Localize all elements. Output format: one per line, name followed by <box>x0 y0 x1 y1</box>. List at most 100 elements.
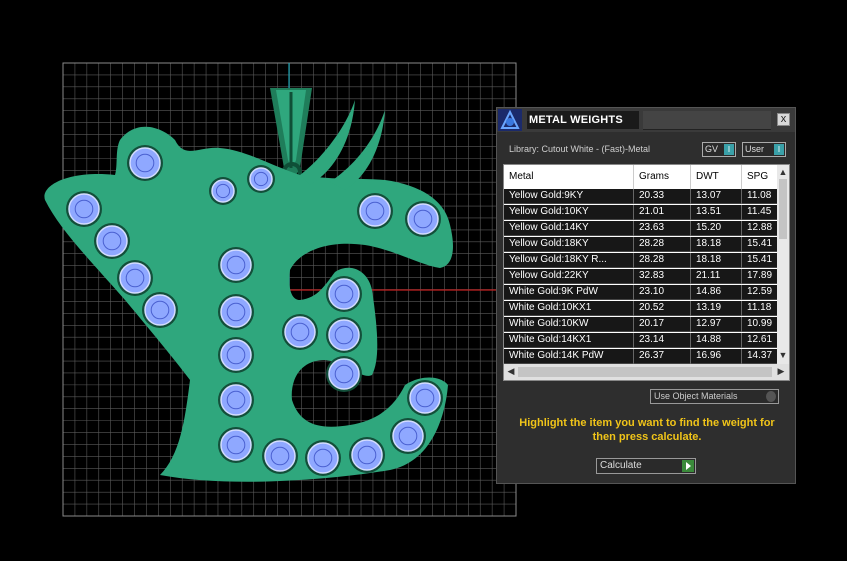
scroll-up-arrow-icon[interactable]: ▲ <box>777 167 789 177</box>
horizontal-scroll-thumb[interactable] <box>518 367 772 377</box>
cell-metal: Yellow Gold:10KY <box>504 205 634 220</box>
gem <box>218 294 254 330</box>
cell-spg: 12.59 <box>742 285 782 300</box>
cell-spg: 11.45 <box>742 205 782 220</box>
gem <box>209 177 237 205</box>
panel-tab-area <box>643 111 771 130</box>
app-logo-icon <box>498 109 522 131</box>
panel-header: METAL WEIGHTS x <box>497 108 795 132</box>
gv-toggle-knob: I <box>724 144 734 155</box>
table-row[interactable]: Yellow Gold:18KY R... 28.28 18.18 15.41 <box>504 253 782 268</box>
cell-dwt: 18.18 <box>691 253 742 268</box>
cell-metal: White Gold:10KW <box>504 317 634 332</box>
cell-spg: 15.41 <box>742 237 782 252</box>
gem <box>247 165 275 193</box>
cell-grams: 28.28 <box>634 237 691 252</box>
cell-grams: 26.37 <box>634 349 691 364</box>
play-arrow-icon <box>682 460 694 472</box>
gem <box>218 427 254 463</box>
table-row[interactable]: White Gold:14KX1 23.14 14.88 12.61 <box>504 333 782 348</box>
cell-grams: 20.52 <box>634 301 691 316</box>
gem <box>127 145 163 181</box>
table-row[interactable]: White Gold:9K PdW 23.10 14.86 12.59 <box>504 285 782 300</box>
user-toggle-label: User <box>745 144 765 154</box>
gem <box>282 314 318 350</box>
table-row[interactable]: Yellow Gold:18KY 28.28 18.18 15.41 <box>504 237 782 252</box>
table-row[interactable]: Yellow Gold:10KY 21.01 13.51 11.45 <box>504 205 782 220</box>
cell-dwt: 21.11 <box>691 269 742 284</box>
metal-weights-panel: METAL WEIGHTS x Library: Cutout White - … <box>496 107 796 484</box>
cell-metal: White Gold:10KX1 <box>504 301 634 316</box>
gem <box>326 356 362 392</box>
table-row[interactable]: White Gold:10KX1 20.52 13.19 11.18 <box>504 301 782 316</box>
cell-spg: 17.89 <box>742 269 782 284</box>
user-toggle[interactable]: User I <box>742 142 786 157</box>
gem <box>218 247 254 283</box>
gem <box>218 382 254 418</box>
gem <box>66 191 102 227</box>
pendant-body <box>44 100 453 482</box>
cell-spg: 11.18 <box>742 301 782 316</box>
column-header-grams[interactable]: Grams <box>634 165 691 189</box>
gem <box>142 292 178 328</box>
metal-weights-table[interactable]: Metal Grams DWT SPG Yellow Gold:9KY 20.33… <box>503 164 790 381</box>
user-toggle-knob: I <box>774 144 784 155</box>
scroll-down-arrow-icon[interactable]: ▼ <box>777 350 789 360</box>
close-button[interactable]: x <box>777 113 790 126</box>
cell-dwt: 18.18 <box>691 237 742 252</box>
cell-grams: 23.10 <box>634 285 691 300</box>
scroll-left-arrow-icon[interactable]: ◀ <box>505 366 517 377</box>
cell-metal: Yellow Gold:9KY <box>504 189 634 204</box>
cell-spg: 14.37 <box>742 349 782 364</box>
cell-metal: Yellow Gold:18KY <box>504 237 634 252</box>
table-row[interactable]: Yellow Gold:14KY 23.63 15.20 12.88 <box>504 221 782 236</box>
scroll-right-arrow-icon[interactable]: ▶ <box>775 366 787 377</box>
cell-metal: White Gold:9K PdW <box>504 285 634 300</box>
table-header: Metal Grams DWT SPG <box>504 165 777 189</box>
cell-spg: 10.99 <box>742 317 782 332</box>
gv-toggle[interactable]: GV I <box>702 142 736 157</box>
cell-dwt: 14.86 <box>691 285 742 300</box>
gv-toggle-label: GV <box>705 144 719 154</box>
column-header-metal[interactable]: Metal <box>504 165 634 189</box>
gem <box>407 380 443 416</box>
gem <box>349 437 385 473</box>
cell-spg: 15.41 <box>742 253 782 268</box>
table-row[interactable]: Yellow Gold:9KY 20.33 13.07 11.08 <box>504 189 782 204</box>
table-row[interactable]: White Gold:14K PdW 26.37 16.96 14.37 <box>504 349 782 364</box>
horizontal-scrollbar[interactable]: ◀ ▶ <box>504 364 789 380</box>
gem <box>117 260 153 296</box>
cell-dwt: 16.96 <box>691 349 742 364</box>
vertical-scroll-thumb[interactable] <box>779 179 787 239</box>
cell-grams: 20.17 <box>634 317 691 332</box>
cell-grams: 21.01 <box>634 205 691 220</box>
gem <box>390 418 426 454</box>
column-header-spg[interactable]: SPG <box>742 165 782 189</box>
library-label: Library: Cutout White - (Fast)-Metal <box>509 144 651 154</box>
cell-spg: 11.08 <box>742 189 782 204</box>
use-object-materials-label: Use Object Materials <box>654 391 738 401</box>
table-row[interactable]: White Gold:10KW 20.17 12.97 10.99 <box>504 317 782 332</box>
panel-title: METAL WEIGHTS <box>527 111 639 129</box>
gem <box>305 440 341 476</box>
cell-spg: 12.61 <box>742 333 782 348</box>
gem <box>326 276 362 312</box>
cell-metal: White Gold:14KX1 <box>504 333 634 348</box>
cell-grams: 20.33 <box>634 189 691 204</box>
cell-dwt: 13.51 <box>691 205 742 220</box>
gem <box>357 193 393 229</box>
cell-dwt: 15.20 <box>691 221 742 236</box>
use-object-materials-toggle[interactable]: Use Object Materials <box>650 389 779 404</box>
cell-grams: 28.28 <box>634 253 691 268</box>
radio-dot-icon <box>766 391 776 402</box>
cell-metal: Yellow Gold:22KY <box>504 269 634 284</box>
table-row[interactable]: Yellow Gold:22KY 32.83 21.11 17.89 <box>504 269 782 284</box>
column-header-dwt[interactable]: DWT <box>691 165 742 189</box>
calculate-button[interactable]: Calculate <box>596 458 696 474</box>
gem <box>405 201 441 237</box>
cell-grams: 23.14 <box>634 333 691 348</box>
cell-grams: 23.63 <box>634 221 691 236</box>
cell-dwt: 14.88 <box>691 333 742 348</box>
cell-dwt: 13.19 <box>691 301 742 316</box>
vertical-scrollbar[interactable]: ▲ ▼ <box>777 165 789 364</box>
